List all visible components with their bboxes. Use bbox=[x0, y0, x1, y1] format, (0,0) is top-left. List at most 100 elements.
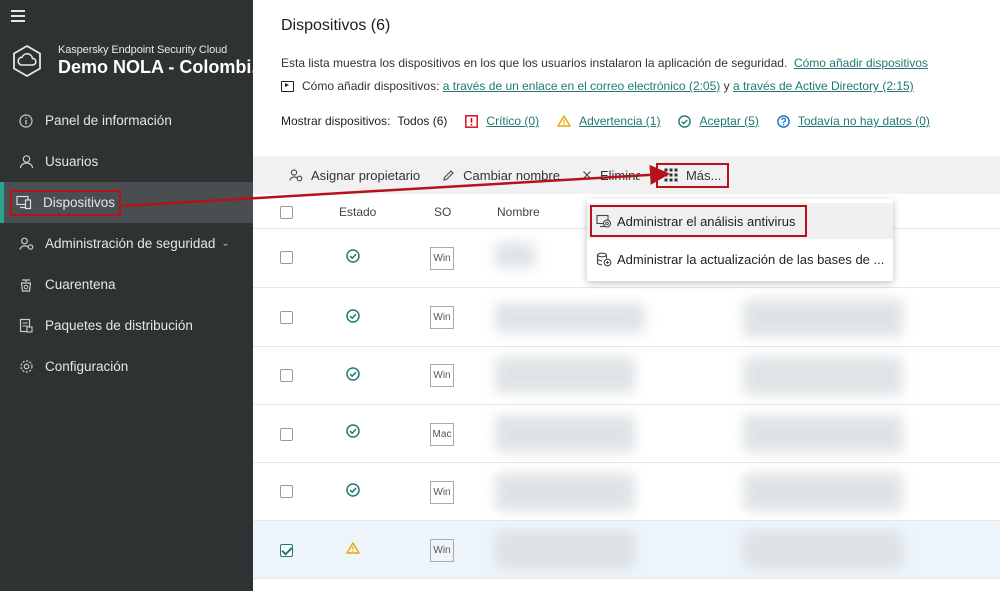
sidebar-item-security-management[interactable]: Administración de seguridad ⌄ bbox=[0, 223, 253, 264]
blurred-cell bbox=[743, 473, 903, 511]
table-row[interactable]: Win bbox=[253, 521, 1000, 579]
video-and: y bbox=[723, 79, 730, 93]
assign-owner-label: Asignar propietario bbox=[311, 167, 421, 183]
delete-label: Eliminar bbox=[599, 167, 640, 183]
filter-ok-label[interactable]: Aceptar (5) bbox=[699, 114, 758, 128]
quarantine-icon bbox=[18, 277, 34, 293]
row-checkbox[interactable] bbox=[280, 485, 293, 498]
blurred-name bbox=[495, 357, 635, 393]
sidebar: Kaspersky Endpoint Security Cloud Demo N… bbox=[0, 0, 266, 591]
rename-button[interactable]: Cambiar nombre bbox=[442, 168, 560, 183]
sidebar-item-packages[interactable]: Paquetes de distribución bbox=[0, 305, 253, 346]
filter-all[interactable]: Todos (6) bbox=[397, 114, 447, 128]
filter-critical-label[interactable]: Crítico (0) bbox=[486, 114, 539, 128]
sidebar-item-users[interactable]: Usuarios bbox=[0, 141, 253, 182]
video-icon bbox=[281, 80, 294, 92]
sidebar-item-devices[interactable]: Dispositivos bbox=[0, 182, 253, 223]
blurred-name bbox=[495, 531, 635, 569]
blurred-cell bbox=[743, 299, 903, 337]
column-os[interactable]: SO bbox=[434, 205, 451, 219]
column-name[interactable]: Nombre bbox=[497, 205, 540, 219]
assign-owner-button[interactable]: Asignar propietario bbox=[289, 168, 420, 183]
toolbar: Asignar propietario Cambiar nombre Elimi… bbox=[253, 156, 1000, 194]
how-to-add-devices-link[interactable]: Cómo añadir dispositivos bbox=[794, 56, 928, 70]
filter-nodata-label[interactable]: Todavía no hay datos (0) bbox=[798, 114, 930, 128]
menu-item-label: Administrar la actualización de las base… bbox=[617, 251, 885, 267]
status-ok-icon bbox=[346, 367, 360, 386]
check-circle-icon bbox=[678, 114, 692, 128]
database-update-icon bbox=[596, 252, 612, 267]
sidebar-item-label: Paquetes de distribución bbox=[45, 318, 193, 333]
sidebar-nav: Panel de información Usuarios Dispositiv… bbox=[0, 100, 253, 387]
security-icon bbox=[18, 236, 34, 252]
question-icon bbox=[777, 114, 790, 128]
os-badge: Win bbox=[430, 481, 454, 504]
filter-nodata[interactable]: Todavía no hay datos (0) bbox=[777, 114, 930, 128]
select-all-checkbox[interactable] bbox=[280, 206, 293, 219]
antivirus-scan-icon bbox=[596, 214, 612, 229]
highlight-box: Dispositivos bbox=[10, 189, 122, 216]
os-badge: Mac bbox=[430, 423, 454, 446]
sidebar-item-dashboard[interactable]: Panel de información bbox=[0, 100, 253, 141]
sidebar-item-label: Panel de información bbox=[45, 113, 172, 128]
sidebar-item-label: Configuración bbox=[45, 359, 129, 374]
page-description: Esta lista muestra los dispositivos en l… bbox=[281, 56, 928, 70]
main-content: Dispositivos (6) Esta lista muestra los … bbox=[253, 0, 1000, 591]
status-ok-icon bbox=[346, 424, 360, 443]
table-row[interactable]: Win bbox=[253, 463, 1000, 521]
menu-item-label: Administrar el análisis antivirus bbox=[617, 213, 796, 229]
os-badge: Win bbox=[430, 247, 454, 270]
more-button[interactable]: Más... bbox=[655, 162, 730, 188]
kaspersky-logo-icon bbox=[13, 44, 41, 78]
more-label: Más... bbox=[685, 167, 722, 183]
blurred-name bbox=[495, 473, 635, 511]
row-checkbox[interactable] bbox=[280, 428, 293, 441]
sidebar-item-quarantine[interactable]: Cuarentena bbox=[0, 264, 253, 305]
video-link-email[interactable]: a través de un enlace en el correo elect… bbox=[443, 79, 721, 93]
info-icon bbox=[18, 113, 34, 129]
pencil-icon bbox=[442, 169, 455, 182]
sidebar-item-label: Dispositivos bbox=[43, 195, 116, 210]
blurred-cell bbox=[743, 357, 903, 395]
row-checkbox[interactable] bbox=[280, 251, 293, 264]
table-row[interactable]: Win bbox=[253, 347, 1000, 405]
status-warning-icon bbox=[346, 541, 360, 559]
blurred-cell bbox=[743, 415, 903, 453]
gear-icon bbox=[18, 359, 34, 375]
menu-icon[interactable] bbox=[11, 10, 25, 22]
menu-item-manage-database-update[interactable]: Administrar la actualización de las base… bbox=[587, 241, 893, 277]
close-icon bbox=[582, 170, 592, 180]
os-badge: Win bbox=[430, 364, 454, 387]
sidebar-item-label: Usuarios bbox=[45, 154, 99, 169]
row-checkbox[interactable] bbox=[280, 369, 293, 382]
filter-warning[interactable]: Advertencia (1) bbox=[557, 114, 660, 128]
filter-critical[interactable]: Crítico (0) bbox=[465, 114, 539, 128]
blurred-name bbox=[495, 242, 535, 268]
more-dropdown-menu: Administrar el análisis antivirus Admini… bbox=[587, 199, 893, 281]
status-ok-icon bbox=[346, 309, 360, 328]
row-checkbox[interactable] bbox=[280, 544, 293, 557]
critical-icon bbox=[465, 114, 479, 128]
company-name[interactable]: Demo NOLA - Colombi... bbox=[58, 57, 266, 78]
filter-label: Mostrar dispositivos: bbox=[281, 114, 391, 128]
filter-ok[interactable]: Aceptar (5) bbox=[678, 114, 759, 128]
os-badge: Win bbox=[430, 539, 454, 562]
user-icon bbox=[18, 154, 34, 170]
video-link-active-directory[interactable]: a través de Active Directory (2:15) bbox=[733, 79, 914, 93]
table-row[interactable]: Mac bbox=[253, 405, 1000, 463]
row-checkbox[interactable] bbox=[280, 311, 293, 324]
os-badge: Win bbox=[430, 306, 454, 329]
sidebar-item-settings[interactable]: Configuración bbox=[0, 346, 253, 387]
filter-warning-label[interactable]: Advertencia (1) bbox=[579, 114, 660, 128]
rename-label: Cambiar nombre bbox=[463, 167, 560, 183]
brand: Kaspersky Endpoint Security Cloud Demo N… bbox=[10, 44, 266, 78]
status-ok-icon bbox=[346, 483, 360, 502]
menu-item-manage-antivirus-scan[interactable]: Administrar el análisis antivirus bbox=[587, 203, 893, 239]
description-text: Esta lista muestra los dispositivos en l… bbox=[281, 56, 788, 70]
devices-icon bbox=[16, 195, 32, 211]
column-status[interactable]: Estado bbox=[339, 205, 376, 219]
video-prefix: Cómo añadir dispositivos: bbox=[302, 79, 440, 93]
warning-icon bbox=[557, 115, 571, 127]
delete-button[interactable]: Eliminar bbox=[582, 168, 640, 183]
table-row[interactable]: Win bbox=[253, 289, 1000, 347]
